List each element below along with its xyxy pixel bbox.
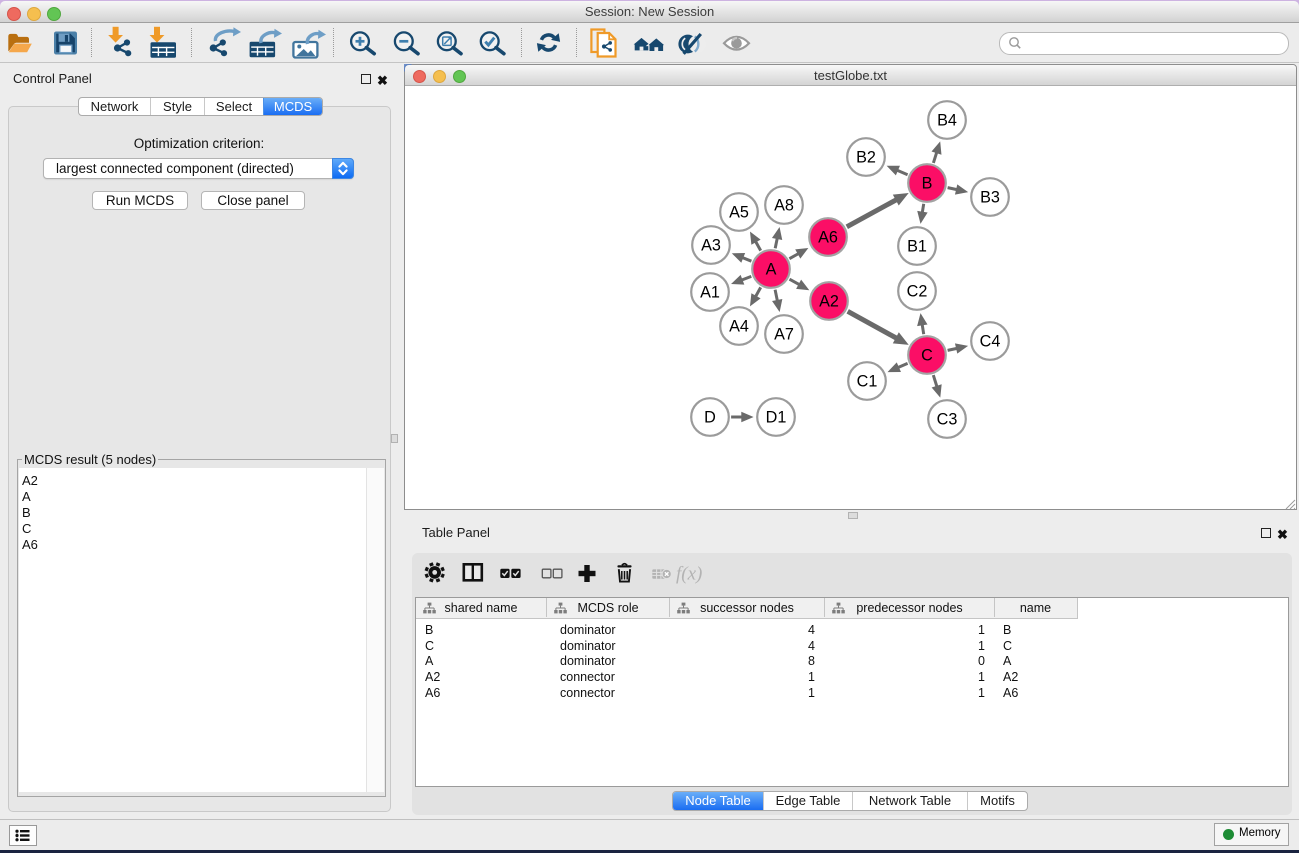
svg-text:f(x): f(x) xyxy=(676,564,702,585)
svg-text:C1: C1 xyxy=(857,373,878,391)
svg-text:A5: A5 xyxy=(729,204,749,222)
svg-text:B: B xyxy=(922,175,933,193)
svg-text:A2: A2 xyxy=(819,293,839,311)
svg-text:B4: B4 xyxy=(937,112,957,130)
svg-text:B3: B3 xyxy=(980,189,1000,207)
svg-text:A7: A7 xyxy=(774,326,794,344)
svg-text:A1: A1 xyxy=(700,284,720,302)
svg-text:A3: A3 xyxy=(701,237,721,255)
svg-text:C3: C3 xyxy=(937,411,958,429)
svg-text:A4: A4 xyxy=(729,318,749,336)
svg-text:C4: C4 xyxy=(980,333,1001,351)
svg-text:A: A xyxy=(766,261,777,279)
svg-text:C2: C2 xyxy=(907,283,928,301)
svg-text:C: C xyxy=(921,347,933,365)
svg-text:A8: A8 xyxy=(774,197,794,215)
svg-text:D: D xyxy=(704,409,716,427)
svg-text:B1: B1 xyxy=(907,238,927,256)
svg-text:D1: D1 xyxy=(766,409,787,427)
svg-text:A6: A6 xyxy=(818,229,838,247)
svg-text:B2: B2 xyxy=(856,149,876,167)
